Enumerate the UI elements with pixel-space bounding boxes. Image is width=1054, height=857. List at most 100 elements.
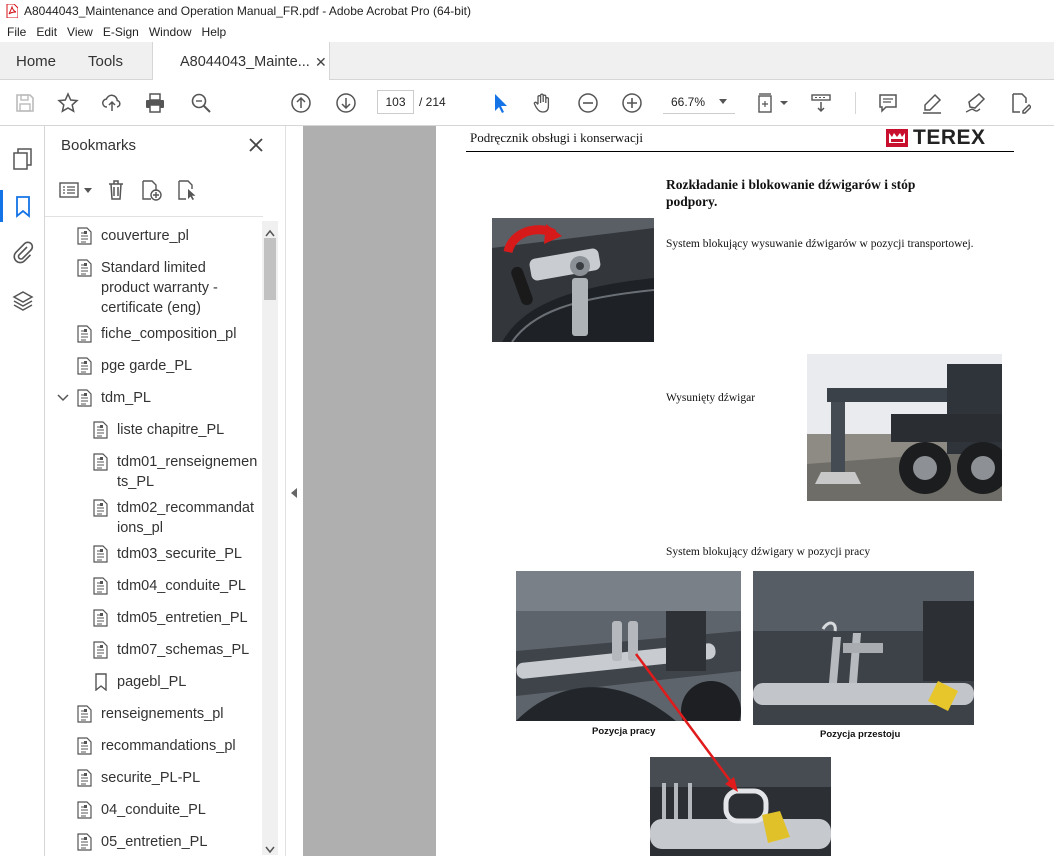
print-icon[interactable] — [143, 91, 167, 115]
highlight-pen-icon[interactable] — [920, 91, 944, 115]
page-number-input[interactable]: 103 — [377, 90, 414, 114]
bookmark-label: Standard limited product warranty - cert… — [101, 260, 218, 316]
bookmark-label: tdm04_conduite_PL — [117, 578, 246, 594]
zoom-out-icon[interactable] — [576, 91, 600, 115]
window-title: A8044043_Maintenance and Operation Manua… — [24, 4, 471, 18]
collapse-left-arrow-icon[interactable] — [291, 488, 297, 498]
bookmark-label: tdm03_securite_PL — [117, 546, 242, 562]
page-header-text: Podręcznik obsługi i konserwacji — [470, 130, 643, 145]
hand-tool-icon[interactable] — [531, 91, 555, 115]
menu-help[interactable]: Help — [197, 25, 232, 39]
close-panel-icon[interactable] — [247, 136, 265, 154]
terex-crown-icon — [886, 129, 908, 147]
pdf-page: Podręcznik obsługi i konserwacji TEREX R… — [436, 126, 1054, 856]
bookmarks-scrollbar-thumb[interactable] — [264, 238, 276, 300]
comment-icon[interactable] — [876, 91, 900, 115]
menu-esign[interactable]: E-Sign — [98, 25, 144, 39]
menu-edit[interactable]: Edit — [31, 25, 62, 39]
page-total: / 214 — [419, 95, 446, 109]
bookmark-label: renseignements_pl — [101, 706, 224, 722]
bookmarks-scrollbar[interactable] — [262, 221, 278, 855]
tab-tools[interactable]: Tools — [88, 42, 123, 80]
bookmarks-panel-icon[interactable] — [0, 190, 35, 222]
edit-pdf-icon[interactable] — [1008, 91, 1032, 115]
bookmark-item[interactable]: tdm03_securite_PL — [93, 544, 263, 564]
scroll-mode-icon[interactable] — [809, 91, 833, 115]
new-bookmark-icon[interactable] — [140, 179, 162, 201]
bookmark-item[interactable]: couverture_pl — [77, 226, 263, 246]
scroll-down-arrow-icon[interactable] — [265, 843, 275, 854]
bookmark-item[interactable]: tdm05_entretien_PL — [93, 608, 263, 628]
header-rule — [466, 151, 1014, 152]
bookmark-item[interactable]: recommandations_pl — [77, 736, 263, 756]
left-navigation-rail — [0, 126, 45, 856]
text-work-position-lock: System blokujący dźwigary w pozycji prac… — [666, 546, 871, 558]
bookmark-label: tdm02_recommandat ions_pl — [117, 500, 255, 536]
bookmark-document-icon — [77, 801, 93, 819]
bookmark-item[interactable]: 04_conduite_PL — [77, 800, 263, 820]
select-cursor-icon[interactable] — [488, 91, 512, 115]
photo-rest-position — [753, 571, 974, 725]
caption-work-position: Pozycja pracy — [592, 726, 656, 737]
tab-document[interactable]: A8044043_Mainte... ✕ — [152, 42, 330, 81]
zoom-level-select[interactable]: 66.7% — [663, 90, 735, 114]
scroll-up-arrow-icon[interactable] — [265, 226, 275, 237]
bookmark-item[interactable]: securite_PL-PL — [77, 768, 263, 788]
bookmark-label: recommandations_pl — [101, 738, 236, 754]
bookmark-label: fiche_composition_pl — [101, 326, 237, 342]
upload-share-icon[interactable] — [100, 91, 124, 115]
bookmark-item[interactable]: 05_entretien_PL — [77, 832, 263, 852]
fill-sign-icon[interactable] — [963, 91, 987, 115]
tab-home[interactable]: Home — [16, 42, 56, 80]
panel-collapse-bar[interactable] — [285, 126, 303, 856]
delete-bookmark-icon[interactable] — [106, 179, 126, 201]
menu-file[interactable]: File — [2, 25, 31, 39]
bookmark-document-icon — [77, 259, 93, 277]
bookmark-label: couverture_pl — [101, 228, 189, 244]
bookmark-document-icon — [93, 577, 109, 595]
previous-page-icon[interactable] — [289, 91, 313, 115]
bookmark-document-icon — [93, 499, 109, 517]
caption-rest-position: Pozycja przestoju — [820, 729, 901, 740]
close-tab-icon[interactable]: ✕ — [315, 54, 327, 71]
find-bookmark-icon[interactable] — [176, 179, 198, 201]
bookmarks-panel-title: Bookmarks — [61, 137, 137, 154]
bookmark-item[interactable]: tdm01_renseignemen ts_PL — [93, 452, 263, 492]
bookmark-item[interactable]: tdm04_conduite_PL — [93, 576, 263, 596]
page-thumbnails-icon[interactable] — [11, 147, 35, 171]
next-page-icon[interactable] — [334, 91, 358, 115]
tab-document-label: A8044043_Mainte... — [180, 53, 310, 70]
bookmark-item[interactable]: tdm07_schemas_PL — [93, 640, 263, 660]
terex-wordmark: TEREX — [913, 126, 986, 149]
toolbar-separator — [855, 92, 856, 114]
bookmark-item[interactable]: fiche_composition_pl — [77, 324, 263, 344]
bookmark-item[interactable]: tdm_PL — [77, 388, 263, 408]
page-fit-icon[interactable] — [756, 91, 792, 115]
bookmark-item[interactable]: pagebl_PL — [93, 672, 263, 692]
bookmark-document-icon — [93, 641, 109, 659]
bookmark-label: 05_entretien_PL — [101, 834, 208, 850]
tab-bar: Home Tools A8044043_Mainte... ✕ — [0, 42, 1054, 81]
menu-view[interactable]: View — [62, 25, 98, 39]
save-icon[interactable] — [13, 91, 37, 115]
bookmark-label: securite_PL-PL — [101, 770, 201, 786]
bookmark-star-icon[interactable] — [56, 91, 80, 115]
photo-lock-detail — [650, 757, 831, 856]
attachments-icon[interactable] — [11, 240, 35, 264]
zoom-in-icon[interactable] — [620, 91, 644, 115]
bookmark-item[interactable]: pge garde_PL — [77, 356, 263, 376]
zoom-search-icon[interactable] — [189, 91, 213, 115]
zoom-level-value: 66.7% — [671, 94, 706, 109]
bookmark-options-icon[interactable] — [59, 181, 92, 199]
bookmark-item[interactable]: liste chapitre_PL — [93, 420, 263, 440]
menu-window[interactable]: Window — [144, 25, 197, 39]
bookmark-item[interactable]: Standard limited product warranty - cert… — [77, 258, 263, 318]
bookmark-item[interactable]: renseignements_pl — [77, 704, 263, 724]
bookmark-document-icon — [77, 833, 93, 851]
chevron-down-icon — [719, 99, 727, 104]
bookmark-label: liste chapitre_PL — [117, 422, 225, 438]
layers-icon[interactable] — [11, 289, 35, 313]
bookmark-document-icon — [93, 453, 109, 471]
bookmark-item[interactable]: tdm02_recommandat ions_pl — [93, 498, 263, 538]
expand-chevron-down-icon[interactable] — [57, 392, 69, 404]
